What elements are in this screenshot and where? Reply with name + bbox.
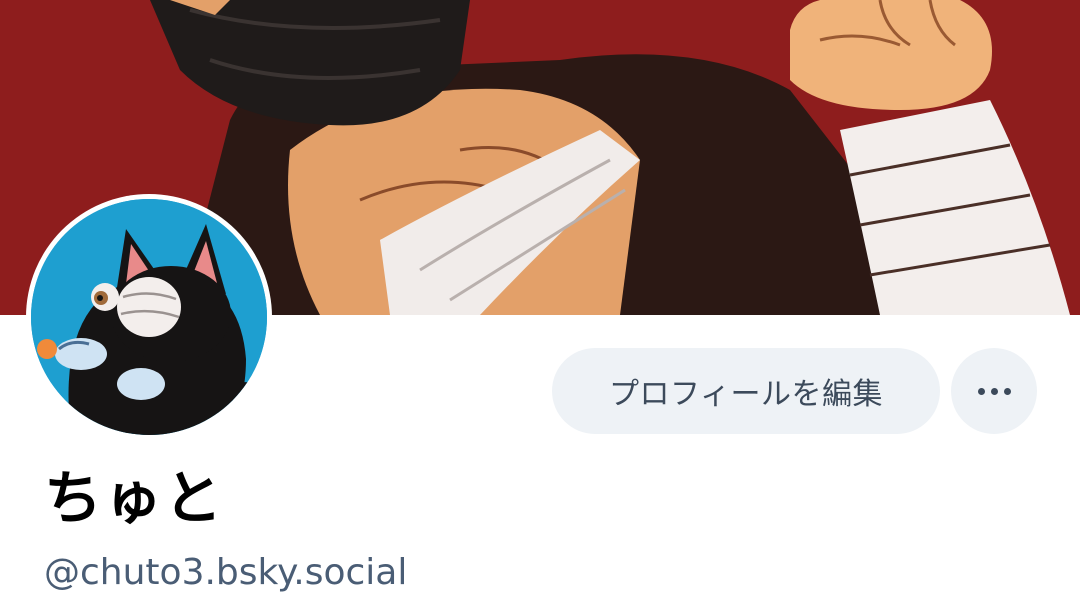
profile-avatar[interactable] (26, 194, 272, 440)
edit-profile-button[interactable]: プロフィールを編集 (552, 348, 940, 434)
avatar-image (31, 199, 267, 435)
profile-display-name: ちゅと (44, 464, 225, 532)
profile-page: プロフィールを編集 ちゅと @chuto3.bsky.social (0, 0, 1080, 615)
more-options-button[interactable] (951, 348, 1037, 434)
profile-handle: @chuto3.bsky.social (44, 552, 408, 593)
ellipsis-icon (975, 387, 1014, 395)
